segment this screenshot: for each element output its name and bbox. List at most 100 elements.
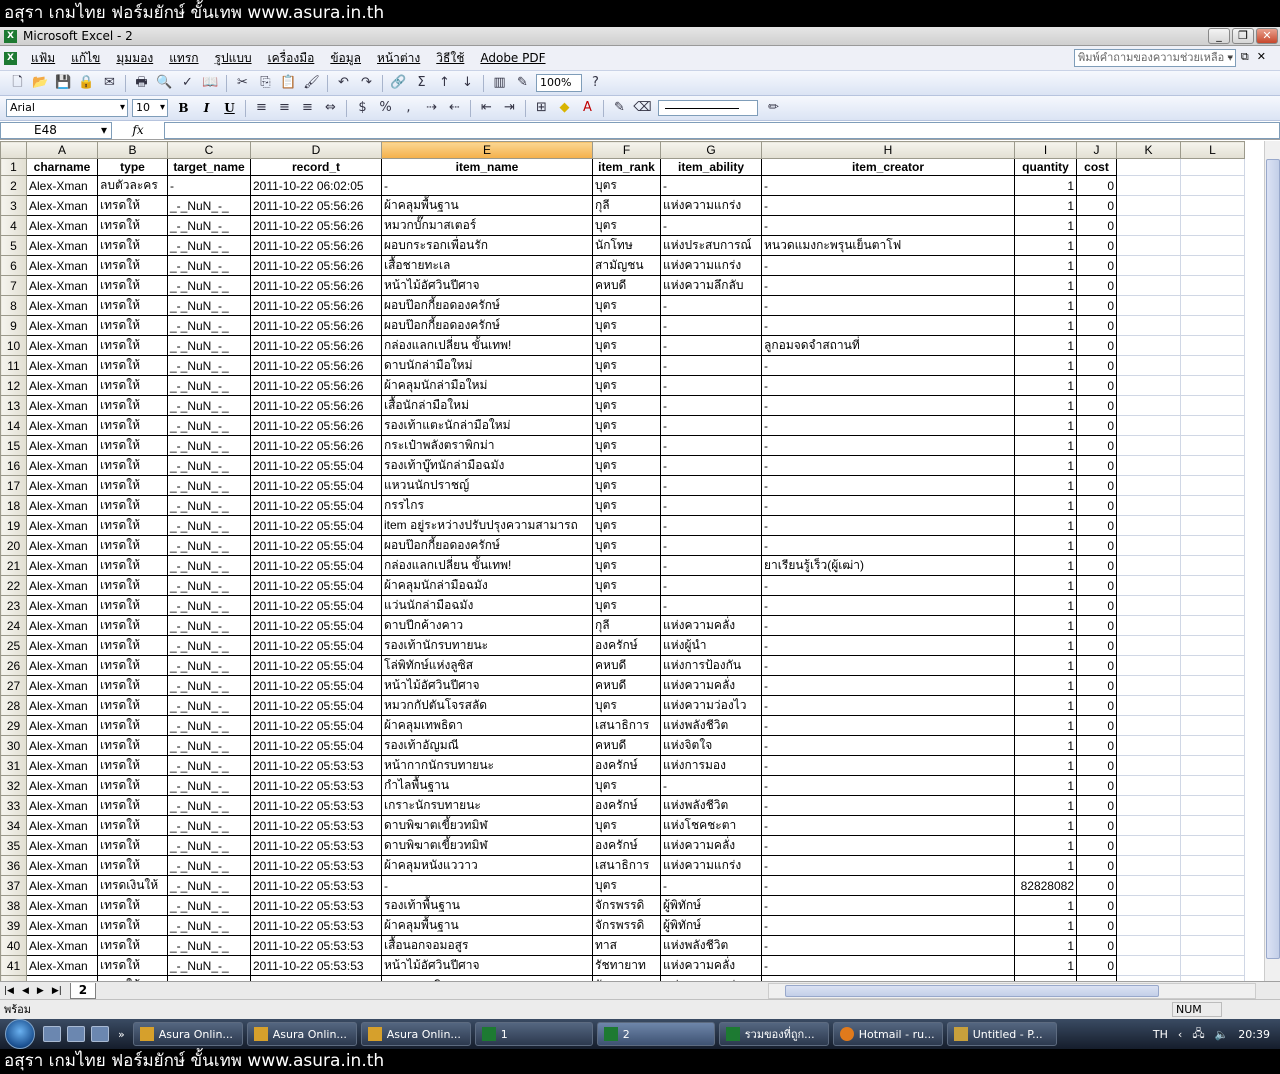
hyperlink-icon[interactable]: 🔗	[389, 74, 408, 92]
table-cell[interactable]: แห่งพลังชีวิต	[660, 935, 762, 956]
table-cell[interactable]: 2011-10-22 05:55:04	[250, 615, 382, 636]
empty-cell[interactable]	[1116, 795, 1181, 816]
table-cell[interactable]: -	[167, 175, 251, 196]
table-cell[interactable]: 82828082	[1014, 875, 1077, 896]
table-cell[interactable]: 1	[1014, 375, 1077, 396]
column-header[interactable]: E	[381, 141, 593, 159]
table-cell[interactable]: _-_NuN_-_	[167, 235, 251, 256]
table-cell[interactable]: 1	[1014, 795, 1077, 816]
table-cell[interactable]: -	[761, 535, 1015, 556]
row-header[interactable]: 23	[0, 595, 27, 616]
column-header[interactable]: D	[250, 141, 382, 159]
table-cell[interactable]: กล่องแลกเปลี่ยน ขั้นเทพ!	[381, 335, 593, 356]
table-cell[interactable]: _-_NuN_-_	[167, 895, 251, 916]
table-cell[interactable]: _-_NuN_-_	[167, 315, 251, 336]
table-cell[interactable]: _-_NuN_-_	[167, 455, 251, 476]
menu-insert[interactable]: แทรก	[161, 49, 206, 68]
table-cell[interactable]: 0	[1076, 515, 1117, 536]
table-cell[interactable]: -	[761, 435, 1015, 456]
table-cell[interactable]: เทรดให้	[97, 475, 168, 496]
table-cell[interactable]: _-_NuN_-_	[167, 755, 251, 776]
table-cell[interactable]: ดาบพิฆาตเขี้ยวทมิฬ	[381, 835, 593, 856]
table-cell[interactable]: เทรดให้	[97, 395, 168, 416]
empty-cell[interactable]	[1180, 255, 1245, 276]
table-cell[interactable]: เทรดให้	[97, 455, 168, 476]
table-cell[interactable]: เทรดให้	[97, 695, 168, 716]
empty-cell[interactable]	[1116, 855, 1181, 876]
table-cell[interactable]: บุตร	[592, 535, 661, 556]
table-cell[interactable]: Alex-Xman	[26, 615, 98, 636]
table-cell[interactable]: 1	[1014, 715, 1077, 736]
empty-cell[interactable]	[1180, 735, 1245, 756]
table-cell[interactable]: 0	[1076, 435, 1117, 456]
table-cell[interactable]: -	[761, 755, 1015, 776]
menu-tools[interactable]: เครื่องมือ	[260, 49, 323, 68]
table-cell[interactable]: แห่งผู้นำ	[660, 635, 762, 656]
empty-cell[interactable]	[1116, 515, 1181, 536]
show-desktop-icon[interactable]	[43, 1026, 61, 1042]
row-header[interactable]: 18	[0, 495, 27, 516]
table-cell[interactable]: 1	[1014, 535, 1077, 556]
empty-cell[interactable]	[1116, 955, 1181, 976]
row-header[interactable]: 26	[0, 655, 27, 676]
table-cell[interactable]: เทรดให้	[97, 775, 168, 796]
table-cell[interactable]: หมวกกัปตันโจรสลัด	[381, 695, 593, 716]
table-cell[interactable]: ลบตัวละคร	[97, 175, 168, 196]
table-cell[interactable]: บุตร	[592, 815, 661, 836]
table-cell[interactable]: 2011-10-22 05:56:26	[250, 395, 382, 416]
empty-cell[interactable]	[1180, 335, 1245, 356]
table-cell[interactable]: -	[761, 255, 1015, 276]
table-cell[interactable]: 0	[1076, 455, 1117, 476]
table-cell[interactable]: _-_NuN_-_	[167, 735, 251, 756]
table-cell[interactable]: คหบดี	[592, 735, 661, 756]
select-all-corner[interactable]	[0, 141, 27, 159]
empty-cell[interactable]	[1180, 955, 1245, 976]
table-cell[interactable]: -	[761, 595, 1015, 616]
taskbar-item-asura-3[interactable]: Asura Onlin...	[360, 1022, 471, 1046]
cut-icon[interactable]: ✂	[233, 74, 252, 92]
table-cell[interactable]: _-_NuN_-_	[167, 675, 251, 696]
table-cell[interactable]: เกราะนักรบทายนะ	[381, 795, 593, 816]
column-header[interactable]: A	[26, 141, 98, 159]
table-cell[interactable]: ดาบนักล่ามือใหม่	[381, 355, 593, 376]
column-header[interactable]: J	[1076, 141, 1117, 159]
empty-cell[interactable]	[1116, 295, 1181, 316]
table-cell[interactable]: 2011-10-22 05:56:26	[250, 375, 382, 396]
row-header[interactable]: 6	[0, 255, 27, 276]
column-header[interactable]: G	[660, 141, 762, 159]
table-cell[interactable]: 1	[1014, 175, 1077, 196]
table-cell[interactable]: Alex-Xman	[26, 515, 98, 536]
help-icon[interactable]: ?	[586, 74, 605, 92]
table-cell[interactable]: 2011-10-22 05:56:26	[250, 215, 382, 236]
table-cell[interactable]: 0	[1076, 575, 1117, 596]
table-cell[interactable]: สามัญชน	[592, 255, 661, 276]
table-cell[interactable]: 0	[1076, 815, 1117, 836]
table-cell[interactable]: Alex-Xman	[26, 455, 98, 476]
table-cell[interactable]: เทรดให้	[97, 895, 168, 916]
empty-cell[interactable]	[1180, 455, 1245, 476]
table-cell[interactable]: ผู้พิทักษ์	[660, 915, 762, 936]
table-cell[interactable]: 1	[1014, 695, 1077, 716]
table-cell[interactable]: -	[761, 415, 1015, 436]
taskbar-item-asura-2[interactable]: Asura Onlin...	[246, 1022, 357, 1046]
table-cell[interactable]: -	[761, 275, 1015, 296]
save-icon[interactable]: 💾	[54, 74, 73, 92]
table-cell[interactable]: -	[660, 595, 762, 616]
horizontal-scrollbar[interactable]	[768, 983, 1256, 999]
table-cell[interactable]: 2011-10-22 05:56:26	[250, 415, 382, 436]
table-cell[interactable]: 0	[1076, 615, 1117, 636]
permission-icon[interactable]: 🔒	[77, 74, 96, 92]
table-cell[interactable]: Alex-Xman	[26, 355, 98, 376]
table-cell[interactable]: บุตร	[592, 355, 661, 376]
column-header[interactable]: K	[1116, 141, 1181, 159]
table-cell[interactable]: คหบดี	[592, 675, 661, 696]
close-button[interactable]: ✕	[1256, 28, 1278, 44]
empty-cell[interactable]	[1116, 875, 1181, 896]
table-cell[interactable]: _-_NuN_-_	[167, 935, 251, 956]
table-cell[interactable]: Alex-Xman	[26, 575, 98, 596]
table-cell[interactable]: 2011-10-22 05:53:53	[250, 755, 382, 776]
table-cell[interactable]: 0	[1076, 255, 1117, 276]
table-cell[interactable]: 1	[1014, 235, 1077, 256]
table-cell[interactable]: บุตร	[592, 415, 661, 436]
table-cell[interactable]: เทรดให้	[97, 835, 168, 856]
